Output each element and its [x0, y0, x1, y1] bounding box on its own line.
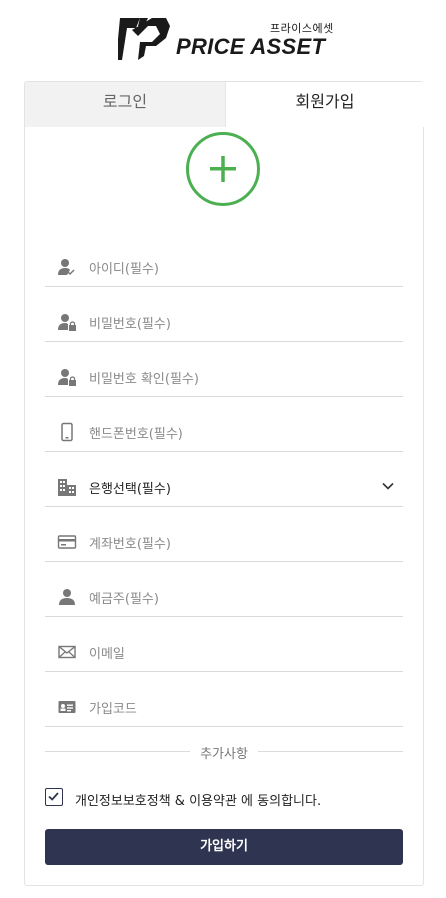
signup-code-field[interactable]: 가입코드	[45, 687, 403, 727]
brand-logo: 프라이스에셋 PRICE ASSET	[118, 14, 338, 64]
account-holder-placeholder: 예금주(필수)	[89, 592, 159, 607]
password-field[interactable]: 비밀번호(필수)	[45, 302, 403, 342]
password-confirm-placeholder: 비밀번호 확인(필수)	[89, 372, 199, 387]
tab-login[interactable]: 로그인	[25, 82, 225, 127]
user-icon	[59, 589, 75, 605]
add-profile-button[interactable]	[186, 132, 260, 206]
password-placeholder: 비밀번호(필수)	[89, 317, 171, 332]
id-card-icon	[58, 701, 76, 713]
extra-section-label: 추가사항	[190, 747, 258, 762]
user-check-icon	[58, 259, 75, 276]
check-icon	[48, 792, 59, 801]
signup-card: 로그인 회원가입 아이디(필수) 비밀번호(필수) 비밀번호 확인(필수) 핸드…	[24, 81, 424, 886]
user-id-field[interactable]: 아이디(필수)	[45, 247, 403, 287]
price-asset-logo-icon	[118, 18, 170, 60]
email-placeholder: 이메일	[89, 647, 125, 662]
signup-code-placeholder: 가입코드	[89, 702, 137, 717]
agreement-text: 개인정보보호정책 & 이용약관 에 동의합니다.	[75, 794, 322, 809]
user-lock-icon	[58, 369, 76, 386]
extra-section-divider: 추가사항	[45, 741, 403, 762]
credit-card-icon	[57, 535, 77, 549]
mobile-phone-icon	[61, 422, 73, 442]
account-holder-field[interactable]: 예금주(필수)	[45, 577, 403, 617]
signup-submit-button[interactable]: 가입하기	[45, 829, 403, 865]
checkbox-box[interactable]	[45, 788, 63, 806]
chevron-down-icon	[382, 482, 394, 490]
account-number-field[interactable]: 계좌번호(필수)	[45, 522, 403, 562]
password-confirm-field[interactable]: 비밀번호 확인(필수)	[45, 357, 403, 397]
bank-select-value: 은행선택(필수)	[89, 482, 171, 497]
account-number-placeholder: 계좌번호(필수)	[89, 537, 171, 552]
phone-field[interactable]: 핸드폰번호(필수)	[45, 412, 403, 452]
phone-placeholder: 핸드폰번호(필수)	[89, 427, 183, 442]
user-id-placeholder: 아이디(필수)	[89, 262, 159, 277]
auth-tabs: 로그인 회원가입	[25, 82, 424, 127]
email-field[interactable]: 이메일	[45, 632, 403, 672]
plus-circle-icon	[210, 156, 236, 182]
agreement-checkbox[interactable]: 개인정보보호정책 & 이용약관 에 동의합니다.	[45, 787, 403, 811]
bank-building-icon	[58, 479, 76, 496]
user-lock-icon	[58, 314, 76, 331]
brand-name: PRICE ASSET	[176, 34, 326, 59]
envelope-icon	[58, 645, 76, 659]
bank-select[interactable]: 은행선택(필수)	[45, 467, 403, 507]
tab-signup[interactable]: 회원가입	[225, 82, 424, 127]
